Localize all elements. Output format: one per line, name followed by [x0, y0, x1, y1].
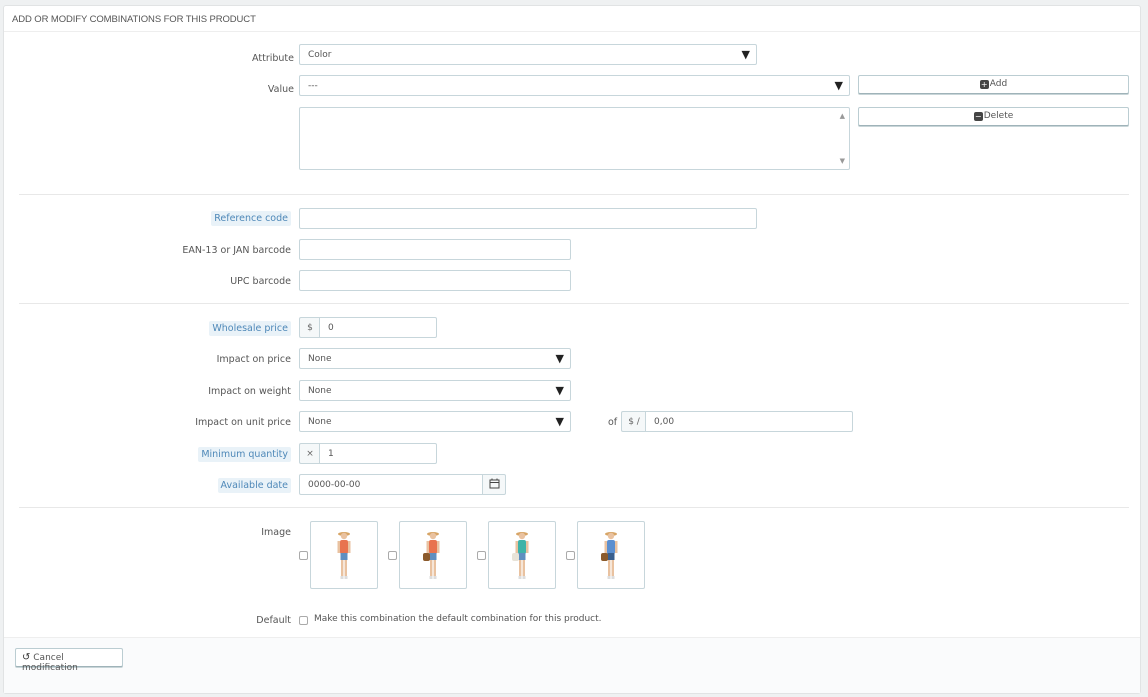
dropdown-arrow-icon: ▼ — [555, 415, 564, 428]
default-description: Make this combination the default combin… — [314, 614, 602, 624]
minus-icon: − — [973, 112, 983, 121]
attribute-selected-value: Color — [308, 50, 332, 60]
scroll-down-icon[interactable]: ▼ — [840, 157, 845, 165]
impact-unit-label: Impact on unit price — [195, 417, 291, 428]
unit-currency-addon: $ / — [621, 411, 646, 432]
impact-price-label: Impact on price — [216, 354, 291, 365]
impact-price-value: None — [308, 354, 332, 364]
calendar-button[interactable] — [482, 474, 506, 495]
dropdown-arrow-icon: ▼ — [555, 352, 564, 365]
model-image — [601, 532, 618, 579]
add-button-label: Add — [989, 79, 1008, 89]
impact-weight-value: None — [308, 386, 332, 396]
impact-weight-label: Impact on weight — [208, 386, 291, 397]
product-image-thumbnail[interactable] — [310, 521, 378, 589]
product-image-thumbnail[interactable] — [577, 521, 645, 589]
wholesale-price-label: Wholesale price — [91, 321, 291, 336]
min-quantity-label: Minimum quantity — [91, 447, 291, 462]
scroll-up-icon[interactable]: ▲ — [840, 112, 845, 120]
currency-addon: $ — [299, 317, 320, 338]
default-label: Default — [256, 615, 291, 626]
upc-input[interactable] — [299, 270, 571, 291]
impact-unit-value: None — [308, 417, 332, 427]
product-image-thumbnail[interactable] — [488, 521, 556, 589]
delete-button[interactable]: − Delete — [858, 107, 1129, 126]
model-image — [423, 532, 440, 579]
cancel-modification-button[interactable]: ↺ Cancel modification — [15, 648, 123, 673]
combination-list[interactable]: ▲ ▼ — [299, 107, 850, 170]
divider — [19, 303, 1129, 304]
plus-icon: + — [979, 80, 989, 89]
cancel-modification-label: Cancel modification — [22, 653, 78, 673]
wholesale-price-input[interactable]: 0 — [319, 317, 437, 338]
undo-icon: ↺ — [22, 652, 31, 663]
combinations-panel: ADD OR MODIFY COMBINATIONS FOR THIS PROD… — [3, 5, 1141, 694]
impact-weight-select[interactable]: None ▼ — [299, 380, 571, 401]
value-selected-value: --- — [308, 81, 318, 91]
image-checkbox[interactable] — [477, 551, 486, 560]
attribute-select[interactable]: Color ▼ — [299, 44, 757, 65]
model-image — [337, 532, 351, 579]
dropdown-arrow-icon: ▼ — [834, 79, 843, 92]
model-image — [512, 532, 529, 579]
default-checkbox[interactable] — [299, 616, 308, 625]
ean-input[interactable] — [299, 239, 571, 260]
reference-code-input[interactable] — [299, 208, 757, 229]
value-select[interactable]: --- ▼ — [299, 75, 850, 96]
image-checkbox[interactable] — [388, 551, 397, 560]
divider — [19, 507, 1129, 508]
value-label: Value — [267, 84, 294, 95]
dropdown-arrow-icon: ▼ — [741, 48, 750, 61]
available-date-label: Available date — [91, 478, 291, 493]
of-label: of — [608, 417, 618, 428]
ean-label: EAN-13 or JAN barcode — [182, 245, 291, 256]
panel-title: ADD OR MODIFY COMBINATIONS FOR THIS PROD… — [4, 6, 1140, 32]
image-label: Image — [261, 527, 291, 538]
delete-button-label: Delete — [983, 111, 1014, 121]
min-quantity-hint: Minimum quantity — [198, 447, 291, 462]
image-checkbox[interactable] — [566, 551, 575, 560]
image-checkbox[interactable] — [299, 551, 308, 560]
quantity-addon: × — [299, 443, 320, 464]
impact-unit-select[interactable]: None ▼ — [299, 411, 571, 432]
unit-price-input[interactable]: 0,00 — [645, 411, 853, 432]
upc-label: UPC barcode — [230, 276, 291, 287]
reference-code-hint: Reference code — [211, 211, 291, 226]
attribute-label: Attribute — [252, 53, 294, 64]
reference-code-label: Reference code — [91, 211, 291, 226]
wholesale-price-hint: Wholesale price — [209, 321, 291, 336]
product-image-thumbnail[interactable] — [399, 521, 467, 589]
add-button[interactable]: + Add — [858, 75, 1129, 94]
dropdown-arrow-icon: ▼ — [555, 384, 564, 397]
calendar-icon — [489, 478, 500, 489]
panel-footer: ↺ Cancel modification — [4, 637, 1140, 693]
available-date-hint: Available date — [217, 478, 291, 493]
divider — [19, 194, 1129, 195]
min-quantity-input[interactable]: 1 — [319, 443, 437, 464]
impact-price-select[interactable]: None ▼ — [299, 348, 571, 369]
available-date-input[interactable]: 0000-00-00 — [299, 474, 483, 495]
